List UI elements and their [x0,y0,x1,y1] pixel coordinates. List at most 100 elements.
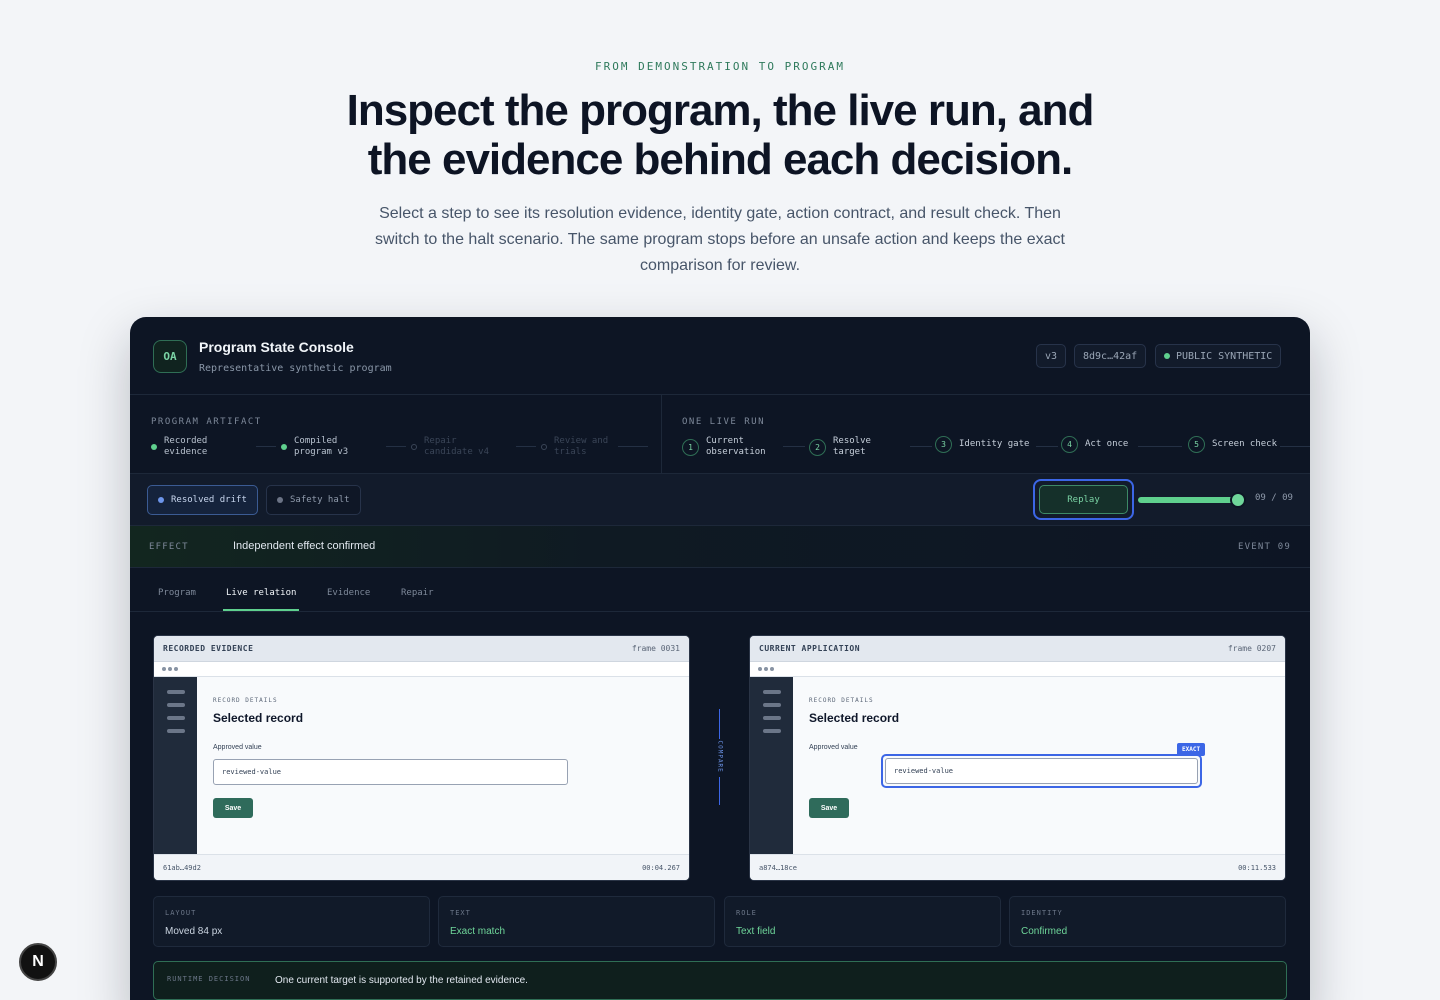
effect-banner: EFFECT Independent effect confirmed EVEN… [130,526,1310,568]
scenario-resolved-drift[interactable]: Resolved drift [147,485,258,515]
frame-hash: 61ab…49d2 [163,864,201,872]
panel-frame: frame 0207 [1227,644,1276,653]
effect-value: Independent effect confirmed [233,540,376,552]
attr-key: ROLE [736,909,757,917]
hero-headline: Inspect the program, the live run, and t… [346,86,1095,184]
tab-evidence[interactable]: Evidence [327,588,370,609]
menu-line-icon [763,703,781,707]
run-step-act[interactable]: 4 Act once [1061,436,1128,453]
frame-time: 00:11.533 [1238,864,1276,872]
panel-title: CURRENT APPLICATION [759,644,861,653]
step-number: 4 [1061,436,1078,453]
step-line-2: candidate v4 [424,447,490,457]
app-sidebar [750,677,793,855]
panel-title: RECORDED EVIDENCE [163,644,254,653]
approved-value-input[interactable]: reviewed-value [885,758,1198,784]
window-dot-icon [174,667,178,671]
window-dot-icon [770,667,774,671]
step-connector [1138,446,1182,447]
step-number: 5 [1188,436,1205,453]
artifact-label: PROGRAM ARTIFACT [151,417,262,427]
selected-dot-icon [158,497,164,503]
compare-line-top [719,709,720,739]
run-label: ONE LIVE RUN [682,417,766,427]
frame-time: 00:04.267 [642,864,680,872]
artifact-step-review[interactable]: Review and trials [541,436,608,458]
run-step-screen[interactable]: 5 Screen check [1188,436,1277,453]
step-connector [516,446,536,447]
compare-line-bottom [719,777,720,805]
attr-key: IDENTITY [1021,909,1063,917]
record-heading: Selected record [809,711,900,725]
decision-label: RUNTIME DECISION [167,975,251,983]
step-line-1: Repair [424,436,457,446]
artifact-step-repair[interactable]: Repair candidate v4 [411,436,489,458]
step-number: 2 [809,438,826,456]
version-badge: v3 [1036,344,1067,368]
scenario-safety-halt[interactable]: Safety halt [266,485,361,515]
panel-footer: a874…18ce 00:11.533 [750,854,1285,880]
section-label: RECORD DETAILS [809,697,874,704]
step-label: Act once [1085,439,1129,449]
step-label: Screen check [1212,439,1278,449]
program-state-console: OA Program State Console Representative … [130,317,1310,1000]
done-dot-icon [151,444,157,450]
view-tabs: Program Live relation Evidence Repair [130,568,1310,612]
artifact-step-recorded[interactable]: Recorded evidence [151,436,207,458]
field-label: Approved value [809,744,858,751]
program-strip: PROGRAM ARTIFACT Recorded evidence Compil… [130,395,1310,474]
record-heading: Selected record [213,711,304,725]
save-button[interactable]: Save [809,798,849,818]
runtime-decision: RUNTIME DECISION One current target is s… [153,961,1287,1000]
console-header: OA Program State Console Representative … [130,317,1310,395]
current-application-panel: CURRENT APPLICATION frame 0207 RECORD DE… [749,635,1286,881]
run-step-identity[interactable]: 3 Identity gate [935,436,1029,453]
approved-value-input[interactable]: reviewed-value [213,759,568,785]
artifact-step-compiled[interactable]: Compiled program v3 [281,436,348,458]
replay-button[interactable]: Replay [1039,485,1128,514]
menu-line-icon [763,729,781,733]
run-step-resolve[interactable]: 2 Resolve target [809,436,871,458]
visibility-label: PUBLIC SYNTHETIC [1176,350,1273,362]
identity-card: IDENTITY Confirmed [1009,896,1286,947]
step-line-1: Recorded [164,436,208,446]
tab-repair[interactable]: Repair [401,588,434,609]
menu-line-icon [167,690,185,694]
menu-line-icon [167,716,185,720]
window-controls [154,662,689,677]
pending-dot-icon [541,444,547,450]
step-line-1: Resolve [833,436,871,446]
step-connector [386,446,406,447]
frame-hash: a874…18ce [759,864,797,872]
effect-event: EVENT 09 [1238,542,1291,552]
step-connector [1280,446,1310,447]
step-line-1: Review and [554,436,609,446]
window-dot-icon [168,667,172,671]
hero-eyebrow: FROM DEMONSTRATION TO PROGRAM [594,60,846,73]
step-line-1: Current [706,436,744,446]
save-button[interactable]: Save [213,798,253,818]
next-badge-icon[interactable]: N [19,943,57,981]
menu-line-icon [167,729,185,733]
step-connector [256,446,276,447]
attr-value: Confirmed [1021,926,1068,937]
step-connector [783,446,805,447]
replay-slider-knob[interactable] [1230,492,1246,508]
tab-live-relation[interactable]: Live relation [223,588,300,611]
panel-footer: 61ab…49d2 00:04.267 [154,854,689,880]
replay-slider-track[interactable] [1138,497,1240,503]
step-connector [910,446,932,447]
window-dot-icon [764,667,768,671]
panel-header: CURRENT APPLICATION frame 0207 [750,636,1285,662]
tab-program[interactable]: Program [158,588,196,609]
window-dot-icon [758,667,762,671]
step-line-1: Compiled [294,436,338,446]
step-line-2: evidence [164,447,208,457]
recorded-evidence-panel: RECORDED EVIDENCE frame 0031 RECORD DETA… [153,635,690,881]
run-step-observation[interactable]: 1 Current observation [682,436,766,458]
attr-value: Exact match [450,926,506,937]
done-dot-icon [281,444,287,450]
effect-label: EFFECT [149,542,189,552]
menu-line-icon [763,716,781,720]
attr-key: LAYOUT [165,909,197,917]
